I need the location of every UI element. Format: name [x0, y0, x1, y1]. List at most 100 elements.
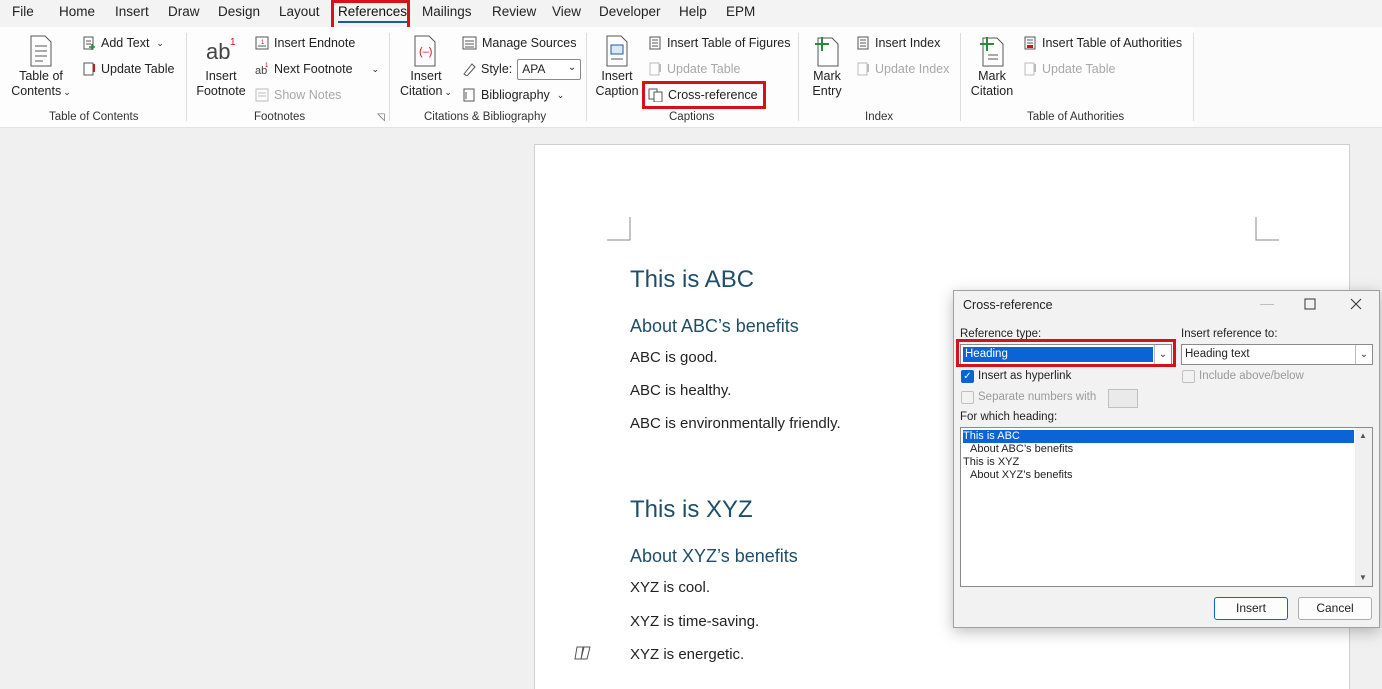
update-table-captions-button[interactable]: Update Table	[648, 59, 740, 79]
insert-footnote-icon: ab 1	[206, 37, 236, 64]
heading-list[interactable]: This is ABC About ABC’s benefits This is…	[960, 427, 1373, 587]
cancel-button[interactable]: Cancel	[1298, 597, 1372, 620]
separate-numbers-checkbox[interactable]	[961, 391, 974, 404]
margin-corner-top-left	[607, 217, 631, 241]
mark-entry-icon	[815, 37, 839, 67]
tab-developer[interactable]: Developer	[599, 4, 661, 19]
insert-index-button[interactable]: Insert Index	[856, 33, 940, 53]
tab-insert[interactable]: Insert	[115, 4, 149, 19]
caption-label-1: Insert	[601, 69, 633, 83]
separator	[389, 33, 390, 121]
manage-sources-icon	[462, 36, 477, 50]
separator	[960, 33, 961, 121]
style-dropdown[interactable]: APA ⌄	[517, 58, 582, 80]
paragraph[interactable]: ABC is healthy.	[630, 382, 731, 399]
insert-citation-icon: (–)	[414, 35, 436, 67]
insert-button[interactable]: Insert	[1214, 597, 1288, 620]
update-table-toc-button[interactable]: Update Table	[82, 59, 174, 79]
footnotes-dialog-launcher-icon[interactable]: ◹	[377, 112, 385, 123]
bibliography-icon	[463, 88, 475, 102]
update-table-authorities-button[interactable]: Update Table	[1023, 59, 1115, 79]
cross-reference-dialog: Cross-reference — Reference type: Headin…	[953, 290, 1380, 628]
citation-label-2: Citation	[400, 84, 443, 98]
reference-type-value: Heading	[963, 347, 1153, 362]
menu-bar: File Home Insert Draw Design Layout Refe…	[0, 0, 1382, 27]
table-of-contents-button[interactable]: Table of Contents ⌄	[10, 35, 72, 100]
margin-corner-top-right	[1255, 217, 1279, 241]
tab-view[interactable]: View	[552, 4, 581, 19]
tab-mailings[interactable]: Mailings	[422, 4, 472, 19]
insert-citation-button[interactable]: (–) Insert Citation ⌄	[398, 35, 454, 100]
next-footnote-label: Next Footnote	[274, 62, 353, 76]
tab-draw[interactable]: Draw	[168, 4, 200, 19]
list-item[interactable]: About XYZ’s benefits	[970, 469, 1073, 482]
insert-table-of-figures-button[interactable]: Insert Table of Figures	[648, 33, 790, 53]
paragraph[interactable]: ABC is environmentally friendly.	[630, 415, 841, 432]
mark-entry-label-2: Entry	[812, 84, 842, 98]
mark-citation-icon	[980, 37, 1004, 67]
tab-help[interactable]: Help	[679, 4, 707, 19]
tab-home[interactable]: Home	[59, 4, 95, 19]
bibliography-button[interactable]: Bibliography ⌄	[462, 85, 564, 105]
separate-numbers-label: Separate numbers with	[978, 391, 1097, 403]
group-label-toc: Table of Contents	[49, 111, 139, 123]
cross-reference-button[interactable]: Cross-reference	[648, 85, 758, 105]
insert-as-hyperlink-checkbox[interactable]: ✓	[961, 370, 974, 383]
mark-entry-button[interactable]: Mark Entry	[806, 35, 848, 99]
next-footnote-button[interactable]: ab 1 Next Footnote ⌄	[255, 59, 379, 79]
style-icon	[463, 63, 476, 76]
svg-text:1: 1	[230, 37, 236, 48]
reference-type-dropdown[interactable]: Heading ⌄	[960, 344, 1172, 365]
show-notes-button[interactable]: Show Notes	[255, 85, 341, 105]
table-of-authorities-icon	[1024, 36, 1036, 50]
heading-about-xyz[interactable]: About XYZ’s benefits	[630, 546, 798, 567]
list-item[interactable]: This is XYZ	[963, 456, 1019, 469]
manage-sources-label: Manage Sources	[482, 36, 577, 50]
paragraph[interactable]: ABC is good.	[630, 349, 718, 366]
paragraph[interactable]: XYZ is cool.	[630, 579, 710, 596]
toc-label-2: Contents	[11, 84, 62, 98]
insert-reference-to-dropdown[interactable]: Heading text ⌄	[1181, 344, 1373, 365]
list-item[interactable]: This is ABC	[963, 430, 1354, 443]
scroll-up-icon[interactable]: ▲	[1359, 431, 1367, 440]
cross-reference-icon	[648, 88, 663, 102]
maximize-icon[interactable]	[1304, 298, 1316, 310]
list-scrollbar[interactable]: ▲ ▼	[1355, 428, 1372, 586]
footnote-label-2: Footnote	[196, 84, 246, 98]
insert-table-of-authorities-button[interactable]: Insert Table of Authorities	[1023, 33, 1182, 53]
update-index-button[interactable]: Update Index	[856, 59, 949, 79]
insert-endnote-button[interactable]: 1 Insert Endnote	[255, 33, 355, 53]
for-which-heading-label: For which heading:	[960, 411, 1058, 423]
manage-sources-button[interactable]: Manage Sources	[462, 33, 577, 53]
tab-review[interactable]: Review	[492, 4, 536, 19]
tab-design[interactable]: Design	[218, 4, 260, 19]
tab-file[interactable]: File	[12, 4, 34, 19]
svg-text:ab: ab	[206, 39, 230, 64]
close-icon[interactable]	[1350, 298, 1362, 310]
insert-footnote-button[interactable]: ab 1 Insert Footnote	[194, 35, 248, 99]
paragraph[interactable]: XYZ is energetic.	[630, 646, 744, 663]
mark-citation-button[interactable]: Mark Citation	[967, 35, 1017, 99]
list-item[interactable]: About ABC’s benefits	[970, 443, 1073, 456]
heading-this-is-abc[interactable]: This is ABC	[630, 266, 754, 294]
tab-references[interactable]: References	[338, 4, 408, 23]
table-of-contents-icon	[30, 35, 52, 67]
minimize-icon: —	[1260, 295, 1274, 311]
tab-layout[interactable]: Layout	[279, 4, 320, 19]
footnote-label-1: Insert	[205, 69, 237, 83]
add-text-button[interactable]: Add Text ⌄	[82, 33, 164, 53]
paragraph[interactable]: XYZ is time-saving.	[630, 613, 759, 630]
scroll-down-icon[interactable]: ▼	[1359, 573, 1367, 582]
cross-reference-label: Cross-reference	[668, 88, 758, 102]
heading-this-is-xyz[interactable]: This is XYZ	[630, 496, 753, 524]
svg-text:(–): (–)	[419, 46, 432, 58]
copilot-icon[interactable]	[574, 645, 592, 661]
heading-about-abc[interactable]: About ABC’s benefits	[630, 316, 799, 337]
tab-epm[interactable]: EPM	[726, 4, 755, 19]
chevron-down-icon: ⌄	[1355, 345, 1372, 364]
include-above-below-checkbox[interactable]	[1182, 370, 1195, 383]
separator-input[interactable]	[1108, 389, 1138, 408]
insert-caption-button[interactable]: Insert Caption	[593, 35, 641, 99]
caption-label-2: Caption	[595, 84, 639, 98]
table-of-figures-icon	[649, 36, 661, 50]
